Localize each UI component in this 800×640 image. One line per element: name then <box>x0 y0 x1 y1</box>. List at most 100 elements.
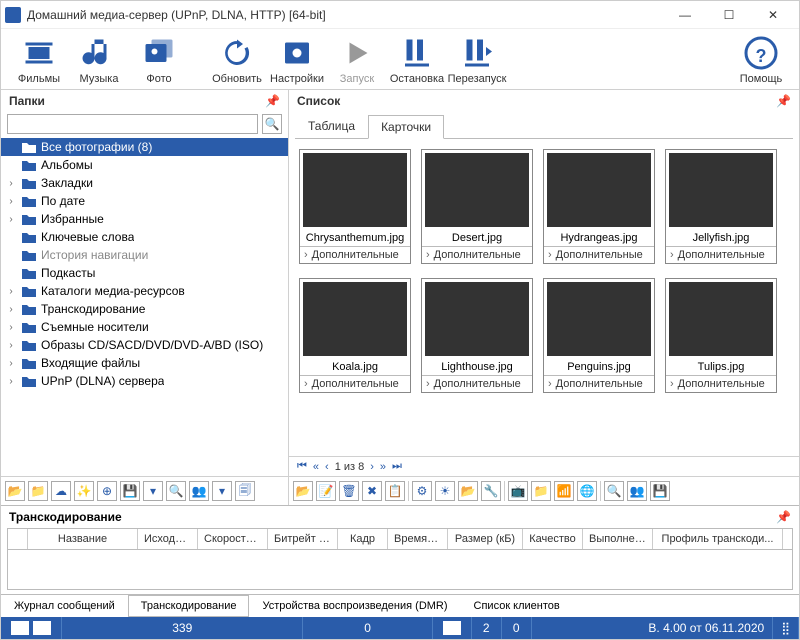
status-icon[interactable] <box>33 621 51 635</box>
tab-log[interactable]: Журнал сообщений <box>1 595 128 617</box>
toolbar-icon[interactable]: 📺 <box>508 481 528 501</box>
toolbar-icon[interactable]: 📶 <box>554 481 574 501</box>
media-card[interactable]: Jellyfish.jpgДополнительные <box>665 149 777 264</box>
folder-item[interactable]: Альбомы <box>1 156 288 174</box>
folder-item[interactable]: История навигации <box>1 246 288 264</box>
media-card[interactable]: Lighthouse.jpgДополнительные <box>421 278 533 393</box>
toolbar-icon[interactable]: 📂 <box>458 481 478 501</box>
tab-dmr[interactable]: Устройства воспроизведения (DMR) <box>249 595 460 617</box>
restart-button[interactable]: Перезапуск <box>447 35 507 85</box>
folder-tree[interactable]: Все фотографии (8)Альбомы›Закладки›По да… <box>1 136 288 476</box>
toolbar-icon[interactable]: 🔍 <box>604 481 624 501</box>
toolbar-icon[interactable]: 👥 <box>189 481 209 501</box>
column-header[interactable]: Скорость ... <box>198 529 268 549</box>
close-button[interactable]: ✕ <box>751 1 795 29</box>
media-card[interactable]: Desert.jpgДополнительные <box>421 149 533 264</box>
extra-button[interactable]: Дополнительные <box>666 246 776 263</box>
toolbar-icon[interactable]: 📂 <box>5 481 25 501</box>
column-header[interactable]: Название <box>28 529 138 549</box>
toolbar-icon[interactable]: 🔍 <box>166 481 186 501</box>
folder-item[interactable]: ›Образы CD/SACD/DVD/DVD-A/BD (ISO) <box>1 336 288 354</box>
folder-item[interactable]: ›UPnP (DLNA) сервера <box>1 372 288 390</box>
help-button[interactable]: ?Помощь <box>731 35 791 85</box>
tab-transcode[interactable]: Транскодирование <box>128 595 250 617</box>
toolbar-icon[interactable]: 📂 <box>293 481 313 501</box>
extra-button[interactable]: Дополнительные <box>300 375 410 392</box>
folder-item[interactable]: ›Входящие файлы <box>1 354 288 372</box>
toolbar-icon[interactable]: 📋 <box>385 481 405 501</box>
toolbar-icon[interactable]: 📝 <box>316 481 336 501</box>
tab-table[interactable]: Таблица <box>295 114 368 138</box>
media-card[interactable]: Tulips.jpgДополнительные <box>665 278 777 393</box>
column-header[interactable]: Кадр <box>338 529 388 549</box>
extra-button[interactable]: Дополнительные <box>544 246 654 263</box>
extra-button[interactable]: Дополнительные <box>422 375 532 392</box>
folder-item[interactable]: ›Избранные <box>1 210 288 228</box>
toolbar-icon[interactable]: 💾 <box>120 481 140 501</box>
toolbar-icon[interactable]: ▾ <box>143 481 163 501</box>
column-header[interactable]: Выполнено <box>583 529 653 549</box>
column-header[interactable]: Исходны... <box>138 529 198 549</box>
extra-button[interactable]: Дополнительные <box>300 246 410 263</box>
tab-clients[interactable]: Список клиентов <box>461 595 573 617</box>
toolbar-icon[interactable]: ✨ <box>74 481 94 501</box>
refresh-button[interactable]: Обновить <box>207 35 267 85</box>
folder-search-input[interactable] <box>7 114 258 134</box>
toolbar-icon[interactable]: 🗐 <box>235 481 255 501</box>
pager-prev[interactable]: ‹ <box>325 461 329 473</box>
media-card[interactable]: Hydrangeas.jpgДополнительные <box>543 149 655 264</box>
folder-item[interactable]: Все фотографии (8) <box>1 138 288 156</box>
toolbar-icon[interactable]: 💾 <box>650 481 670 501</box>
toolbar-icon[interactable]: 📁 <box>531 481 551 501</box>
column-header[interactable] <box>8 529 28 549</box>
column-header[interactable]: Битрейт (к... <box>268 529 338 549</box>
column-header[interactable]: Профиль транскоди... <box>653 529 783 549</box>
pin-icon[interactable]: 📌 <box>776 510 791 524</box>
minimize-button[interactable]: — <box>663 1 707 29</box>
pin-icon[interactable]: 📌 <box>776 94 791 108</box>
extra-button[interactable]: Дополнительные <box>422 246 532 263</box>
toolbar-icon[interactable]: ☁ <box>51 481 71 501</box>
toolbar-icon[interactable]: ✖ <box>362 481 382 501</box>
folder-item[interactable]: ›Съемные носители <box>1 318 288 336</box>
tab-cards[interactable]: Карточки <box>368 115 444 139</box>
pager-last[interactable]: ⏭ <box>392 460 402 473</box>
settings-button[interactable]: Настройки <box>267 35 327 85</box>
toolbar-icon[interactable]: 👥 <box>627 481 647 501</box>
toolbar-icon[interactable]: ▾ <box>212 481 232 501</box>
extra-button[interactable]: Дополнительные <box>544 375 654 392</box>
media-card[interactable]: Penguins.jpgДополнительные <box>543 278 655 393</box>
search-button[interactable]: 🔍 <box>262 114 282 134</box>
media-card[interactable]: Chrysanthemum.jpgДополнительные <box>299 149 411 264</box>
start-button[interactable]: Запуск <box>327 35 387 85</box>
stop-button[interactable]: Остановка <box>387 35 447 85</box>
folder-item[interactable]: Подкасты <box>1 264 288 282</box>
toolbar-icon[interactable]: ⚙ <box>412 481 432 501</box>
toolbar-icon[interactable]: ⊕ <box>97 481 117 501</box>
folder-item[interactable]: ›Транскодирование <box>1 300 288 318</box>
films-button[interactable]: Фильмы <box>9 35 69 85</box>
pager-first[interactable]: ⏮ <box>297 460 307 473</box>
status-icon[interactable] <box>11 621 29 635</box>
pager-next[interactable]: › <box>370 461 374 473</box>
music-button[interactable]: Музыка <box>69 35 129 85</box>
folder-item[interactable]: ›Закладки <box>1 174 288 192</box>
column-header[interactable]: Размер (кБ) <box>448 529 523 549</box>
folder-item[interactable]: ›По дате <box>1 192 288 210</box>
toolbar-icon[interactable]: 📁 <box>28 481 48 501</box>
folder-item[interactable]: ›Каталоги медиа-ресурсов <box>1 282 288 300</box>
pager-prev-page[interactable]: « <box>313 461 319 473</box>
media-card[interactable]: Koala.jpgДополнительные <box>299 278 411 393</box>
column-header[interactable]: Качество <box>523 529 583 549</box>
toolbar-icon[interactable]: 🌐 <box>577 481 597 501</box>
toolbar-icon[interactable]: ☀ <box>435 481 455 501</box>
toolbar-icon[interactable]: 🗑 <box>339 481 359 501</box>
toolbar-icon[interactable]: 🔧 <box>481 481 501 501</box>
column-header[interactable]: Время (с) <box>388 529 448 549</box>
folder-item[interactable]: Ключевые слова <box>1 228 288 246</box>
photo-button[interactable]: Фото <box>129 35 189 85</box>
extra-button[interactable]: Дополнительные <box>666 375 776 392</box>
pager-next-page[interactable]: » <box>380 461 386 473</box>
pin-icon[interactable]: 📌 <box>265 94 280 108</box>
maximize-button[interactable]: ☐ <box>707 1 751 29</box>
